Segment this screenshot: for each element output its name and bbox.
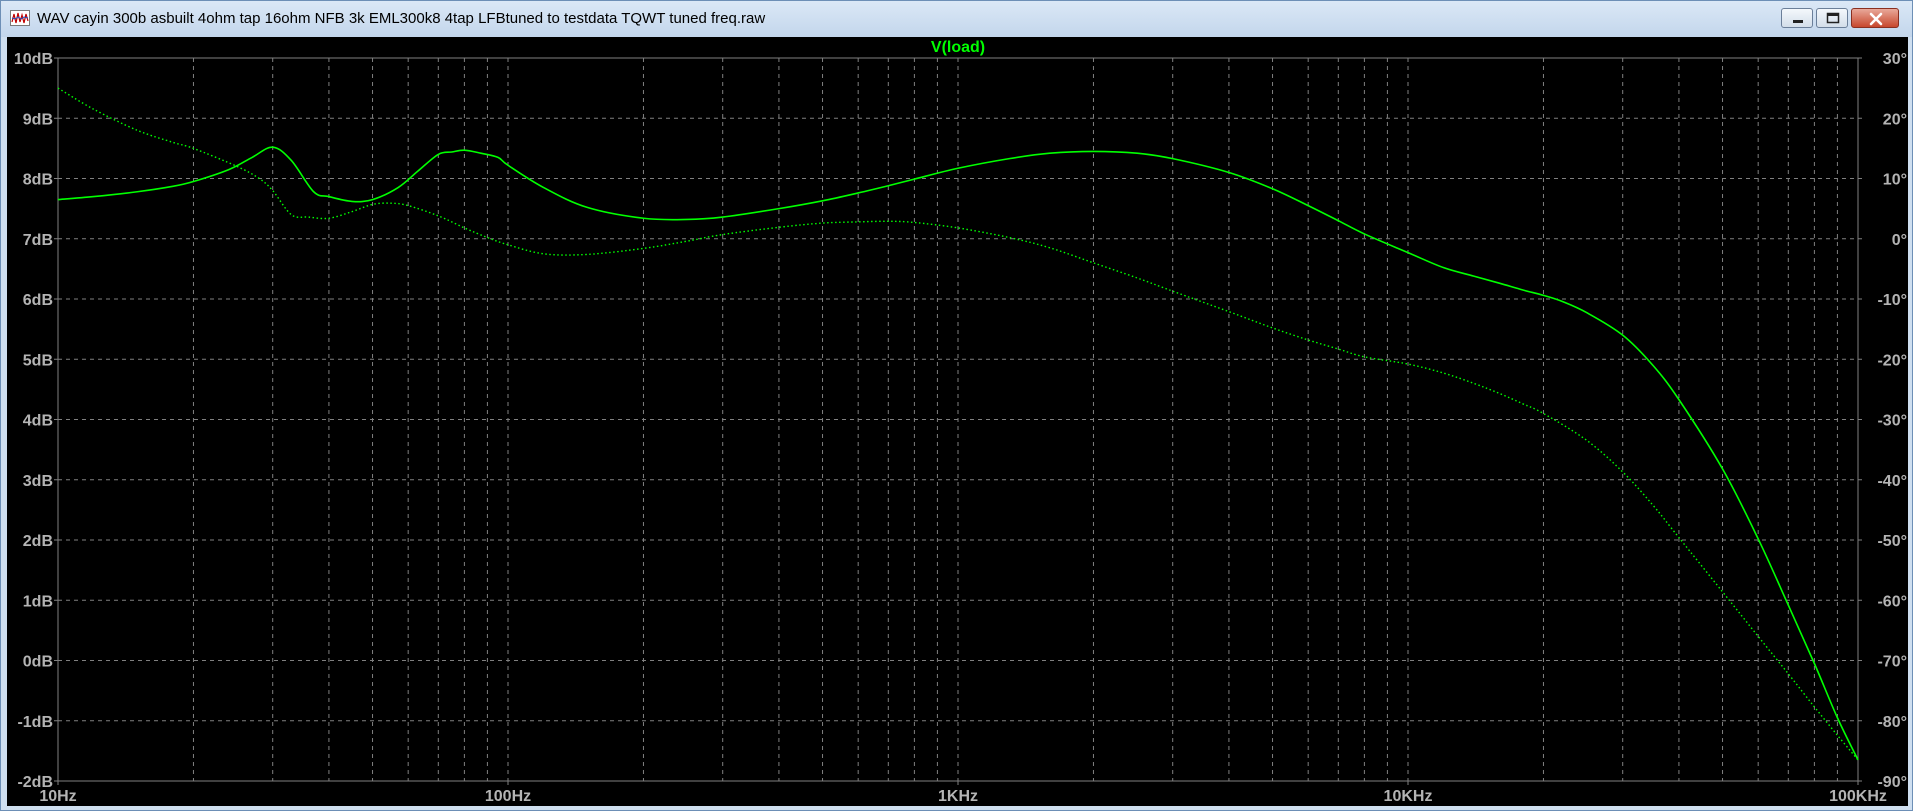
y-right-tick-label: -60° [1877, 593, 1907, 610]
plot-area[interactable]: V(load) 10dB 9dB 8dB 7dB 6dB 5dB 4dB 3dB 2dB 1dB 0… [7, 37, 1908, 806]
y-right-tick-label: 0° [1892, 232, 1907, 249]
close-button[interactable] [1851, 8, 1899, 28]
y-right-tick-label: 30° [1883, 51, 1907, 68]
y-right-tick-label: 20° [1883, 111, 1907, 128]
chart-title: V(load) [931, 39, 985, 56]
y-left-tick-label: 7dB [23, 232, 53, 249]
close-icon [1869, 12, 1883, 26]
y-left-tick-label: 1dB [23, 593, 53, 610]
y-left-tick-label: -1dB [17, 714, 53, 731]
y-left-tick-label: 8dB [23, 172, 53, 189]
x-tick-label: 10Hz [39, 788, 76, 805]
minimize-button[interactable] [1781, 8, 1813, 28]
y-right-tick-label: -70° [1877, 654, 1907, 671]
x-tick-label: 1KHz [938, 788, 978, 805]
x-tick-label: 10KHz [1384, 788, 1433, 805]
y-left-tick-label: 9dB [23, 111, 53, 128]
window-title: WAV cayin 300b asbuilt 4ohm tap 16ohm NF… [37, 10, 766, 27]
y-left-tick-label: 3dB [23, 473, 53, 490]
y-left-tick-label: 5dB [23, 352, 53, 369]
y-left-tick-label: 2dB [23, 533, 53, 550]
waveform-app-icon [10, 10, 30, 26]
x-tick-label: 100KHz [1829, 788, 1887, 805]
y-right-tick-label: -50° [1877, 533, 1907, 550]
frequency-response-chart[interactable]: V(load) 10dB 9dB 8dB 7dB 6dB 5dB 4dB 3dB 2dB 1dB 0… [7, 37, 1908, 806]
maximize-icon [1826, 12, 1840, 24]
title-bar[interactable]: WAV cayin 300b asbuilt 4ohm tap 16ohm NF… [1, 1, 1912, 37]
minimize-icon [1793, 20, 1803, 23]
y-left-tick-label: 6dB [23, 292, 53, 309]
y-right-tick-label: -40° [1877, 473, 1907, 490]
maximize-button[interactable] [1816, 8, 1848, 28]
app-window: WAV cayin 300b asbuilt 4ohm tap 16ohm NF… [0, 0, 1913, 811]
y-right-tick-label: -30° [1877, 413, 1907, 430]
y-right-tick-label: -10° [1877, 292, 1907, 309]
y-left-tick-label: 4dB [23, 413, 53, 430]
x-tick-label: 100Hz [485, 788, 531, 805]
y-right-tick-label: 10° [1883, 172, 1907, 189]
y-right-tick-label: -80° [1877, 714, 1907, 731]
y-left-tick-label: 10dB [14, 51, 53, 68]
y-right-tick-label: -20° [1877, 352, 1907, 369]
y-left-tick-label: 0dB [23, 654, 53, 671]
